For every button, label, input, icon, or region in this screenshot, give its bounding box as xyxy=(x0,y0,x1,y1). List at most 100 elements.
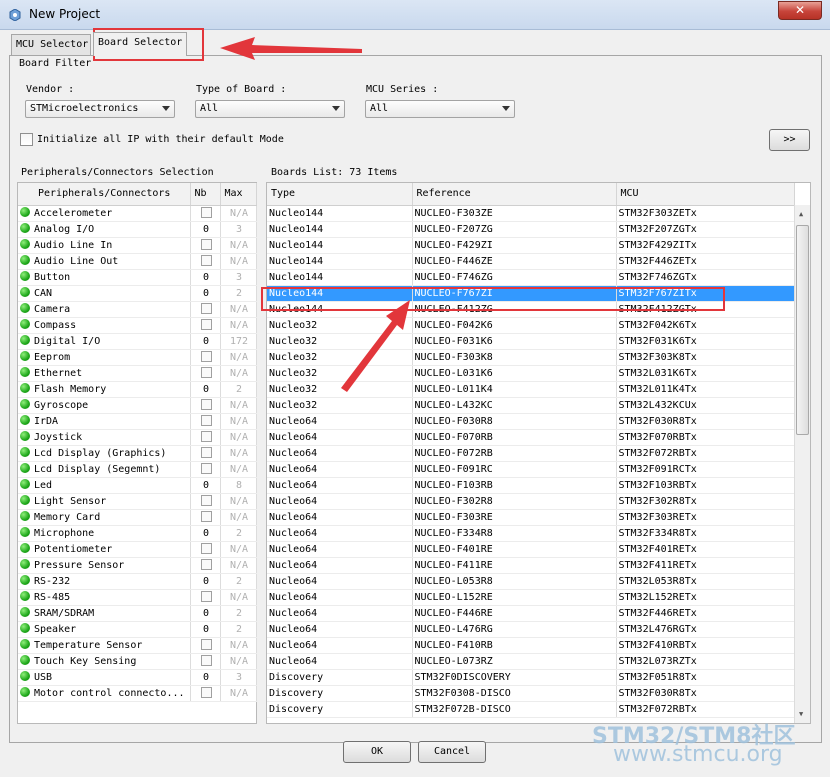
peripheral-checkbox[interactable] xyxy=(200,206,212,218)
nb-cell[interactable]: 0 xyxy=(190,573,221,590)
peripheral-checkbox[interactable] xyxy=(200,366,212,378)
board-row[interactable]: Nucleo32 NUCLEO-F042K6 STM32F042K6Tx xyxy=(267,317,795,334)
nb-cell[interactable] xyxy=(190,237,221,254)
nb-cell[interactable] xyxy=(190,429,221,446)
scroll-thumb[interactable] xyxy=(796,225,809,435)
peripherals-header[interactable]: Peripherals/Connectors xyxy=(18,183,191,206)
nb-cell[interactable]: 0 xyxy=(190,221,221,238)
nb-cell[interactable] xyxy=(190,685,221,702)
peripheral-checkbox[interactable] xyxy=(200,494,212,506)
peripheral-row[interactable]: IrDA N/A xyxy=(18,413,257,430)
board-row[interactable]: Nucleo64 NUCLEO-F401RE STM32F401RETx xyxy=(267,541,795,558)
peripheral-checkbox[interactable] xyxy=(200,350,212,362)
board-row[interactable]: Nucleo64 NUCLEO-F411RE STM32F411RETx xyxy=(267,557,795,574)
peripheral-checkbox[interactable] xyxy=(200,446,212,458)
peripheral-row[interactable]: Light Sensor N/A xyxy=(18,493,257,510)
peripheral-row[interactable]: Gyroscope N/A xyxy=(18,397,257,414)
nb-header[interactable]: Nb xyxy=(190,183,221,206)
peripheral-row[interactable]: Speaker 0 2 xyxy=(18,621,257,638)
peripheral-checkbox[interactable] xyxy=(200,558,212,570)
peripheral-row[interactable]: Temperature Sensor N/A xyxy=(18,637,257,654)
nb-cell[interactable] xyxy=(190,637,221,654)
peripheral-row[interactable]: Lcd Display (Segemnt) N/A xyxy=(18,461,257,478)
reference-header[interactable]: Reference xyxy=(412,183,617,206)
peripheral-checkbox[interactable] xyxy=(200,254,212,266)
peripheral-checkbox[interactable] xyxy=(200,302,212,314)
nb-cell[interactable] xyxy=(190,461,221,478)
board-type-select[interactable]: All xyxy=(195,100,345,118)
peripheral-row[interactable]: Button 0 3 xyxy=(18,269,257,286)
board-row[interactable]: Nucleo32 NUCLEO-F031K6 STM32F031K6Tx xyxy=(267,333,795,350)
board-row[interactable]: Nucleo64 NUCLEO-F072RB STM32F072RBTx xyxy=(267,445,795,462)
peripheral-row[interactable]: SRAM/SDRAM 0 2 xyxy=(18,605,257,622)
peripheral-row[interactable]: Camera N/A xyxy=(18,301,257,318)
nb-cell[interactable] xyxy=(190,301,221,318)
peripheral-checkbox[interactable] xyxy=(200,654,212,666)
peripheral-checkbox[interactable] xyxy=(200,430,212,442)
nb-cell[interactable] xyxy=(190,589,221,606)
nb-cell[interactable] xyxy=(190,397,221,414)
peripheral-row[interactable]: Led 0 8 xyxy=(18,477,257,494)
nb-cell[interactable]: 0 xyxy=(190,333,221,350)
peripheral-row[interactable]: Memory Card N/A xyxy=(18,509,257,526)
board-row[interactable]: Nucleo64 NUCLEO-L152RE STM32L152RETx xyxy=(267,589,795,606)
board-row[interactable]: Nucleo32 NUCLEO-L031K6 STM32L031K6Tx xyxy=(267,365,795,382)
peripheral-row[interactable]: Analog I/O 0 3 xyxy=(18,221,257,238)
board-row[interactable]: Nucleo144 NUCLEO-F746ZG STM32F746ZGTx xyxy=(267,269,795,286)
max-header[interactable]: Max xyxy=(220,183,257,206)
type-header[interactable]: Type xyxy=(267,183,413,206)
board-row[interactable]: Nucleo32 NUCLEO-L011K4 STM32L011K4Tx xyxy=(267,381,795,398)
nb-cell[interactable]: 0 xyxy=(190,605,221,622)
peripheral-checkbox[interactable] xyxy=(200,318,212,330)
nb-cell[interactable] xyxy=(190,253,221,270)
board-row[interactable]: Nucleo64 NUCLEO-F070RB STM32F070RBTx xyxy=(267,429,795,446)
board-row[interactable]: Nucleo64 NUCLEO-F334R8 STM32F334R8Tx xyxy=(267,525,795,542)
board-row[interactable]: Nucleo64 NUCLEO-F303RE STM32F303RETx xyxy=(267,509,795,526)
peripheral-row[interactable]: Compass N/A xyxy=(18,317,257,334)
board-row[interactable]: Nucleo144 NUCLEO-F303ZE STM32F303ZETx xyxy=(267,205,795,222)
board-row[interactable]: Nucleo32 NUCLEO-L432KC STM32L432KCUx xyxy=(267,397,795,414)
close-button[interactable]: ✕ xyxy=(778,1,822,20)
board-row[interactable]: Nucleo64 NUCLEO-F103RB STM32F103RBTx xyxy=(267,477,795,494)
nb-cell[interactable] xyxy=(190,509,221,526)
board-row[interactable]: Nucleo64 NUCLEO-F030R8 STM32F030R8Tx xyxy=(267,413,795,430)
nb-cell[interactable] xyxy=(190,445,221,462)
peripheral-row[interactable]: Pressure Sensor N/A xyxy=(18,557,257,574)
peripheral-checkbox[interactable] xyxy=(200,686,212,698)
board-row[interactable]: Nucleo64 NUCLEO-L073RZ STM32L073RZTx xyxy=(267,653,795,670)
nb-cell[interactable] xyxy=(190,205,221,222)
nb-cell[interactable]: 0 xyxy=(190,525,221,542)
peripheral-checkbox[interactable] xyxy=(200,510,212,522)
peripheral-row[interactable]: Flash Memory 0 2 xyxy=(18,381,257,398)
nb-cell[interactable]: 0 xyxy=(190,669,221,686)
peripheral-checkbox[interactable] xyxy=(200,542,212,554)
nb-cell[interactable] xyxy=(190,493,221,510)
peripheral-row[interactable]: Eeprom N/A xyxy=(18,349,257,366)
board-row[interactable]: Discovery STM32F0DISCOVERY STM32F051R8Tx xyxy=(267,669,795,686)
peripheral-row[interactable]: Digital I/O 0 172 xyxy=(18,333,257,350)
mcu-header[interactable]: MCU xyxy=(616,183,795,206)
boards-scrollbar[interactable]: ▲ ▼ xyxy=(794,205,810,723)
peripheral-row[interactable]: Potentiometer N/A xyxy=(18,541,257,558)
nb-cell[interactable] xyxy=(190,413,221,430)
scroll-up-icon[interactable]: ▲ xyxy=(799,210,803,218)
board-row[interactable]: Nucleo144 NUCLEO-F207ZG STM32F207ZGTx xyxy=(267,221,795,238)
nb-cell[interactable]: 0 xyxy=(190,381,221,398)
peripheral-checkbox[interactable] xyxy=(200,414,212,426)
vendor-select[interactable]: STMicroelectronics xyxy=(25,100,175,118)
nb-cell[interactable]: 0 xyxy=(190,621,221,638)
init-ip-checkbox[interactable] xyxy=(20,133,33,146)
peripheral-row[interactable]: Joystick N/A xyxy=(18,429,257,446)
board-row[interactable]: Nucleo64 NUCLEO-F446RE STM32F446RETx xyxy=(267,605,795,622)
peripheral-row[interactable]: USB 0 3 xyxy=(18,669,257,686)
board-row[interactable]: Discovery STM32F072B-DISCO STM32F072RBTx xyxy=(267,701,795,718)
nb-cell[interactable] xyxy=(190,653,221,670)
board-row[interactable]: Nucleo144 NUCLEO-F429ZI STM32F429ZITx xyxy=(267,237,795,254)
peripheral-row[interactable]: Lcd Display (Graphics) N/A xyxy=(18,445,257,462)
board-row[interactable]: Nucleo64 NUCLEO-F302R8 STM32F302R8Tx xyxy=(267,493,795,510)
tab-mcu-selector[interactable]: MCU Selector xyxy=(11,34,91,56)
tab-board-selector[interactable]: Board Selector xyxy=(93,32,187,56)
peripheral-checkbox[interactable] xyxy=(200,590,212,602)
board-row[interactable]: Nucleo32 NUCLEO-F303K8 STM32F303K8Tx xyxy=(267,349,795,366)
nb-cell[interactable] xyxy=(190,557,221,574)
